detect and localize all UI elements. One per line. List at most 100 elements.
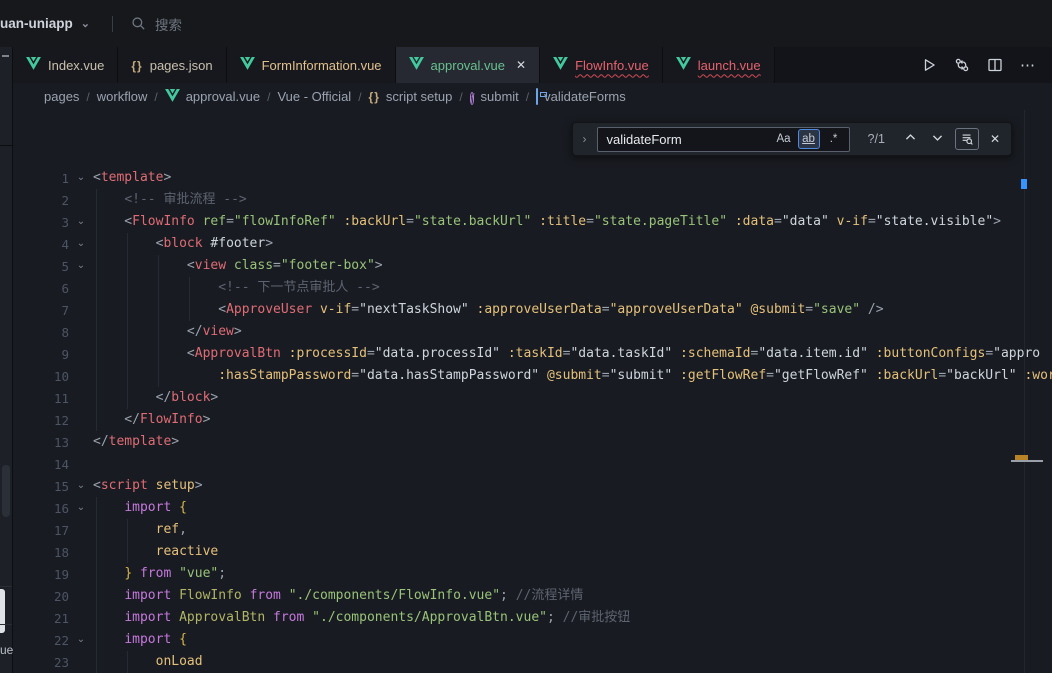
overview-marker-blue [1021, 179, 1027, 189]
code-line: 3⌄ <FlowInfo ref="flowInfoRef" :backUrl=… [13, 211, 1052, 233]
tab-label: approval.vue [431, 58, 505, 73]
line-number: 6 [13, 281, 69, 296]
fold-chevron-icon[interactable]: ⌄ [69, 503, 93, 513]
breadcrumb-item-approval-vue[interactable]: approval.vue [165, 89, 260, 105]
breadcrumb-label: Vue - Official [277, 89, 351, 104]
next-match-button[interactable] [928, 131, 947, 147]
line-number: 1 [13, 171, 69, 186]
breadcrumb-item-script-setup[interactable]: {} script setup [369, 89, 453, 104]
code-text: } from "vue"; [93, 563, 226, 585]
line-number: 3 [13, 215, 69, 230]
breadcrumb-label: script setup [386, 89, 452, 104]
code-line: 15⌄<script setup> [13, 475, 1052, 497]
line-number: 14 [13, 457, 69, 472]
braces-icon: {} [131, 58, 142, 73]
breadcrumb-label: pages [44, 89, 79, 104]
sidebar-filename-fragment: ue [0, 643, 13, 657]
fold-chevron-icon[interactable]: ⌄ [69, 217, 93, 227]
code-text: :hasStampPassword="data.hasStampPassword… [93, 365, 1052, 387]
sidebar-divider [0, 624, 12, 625]
vue-icon [409, 57, 424, 73]
code-line: 1⌄<template> [13, 167, 1052, 189]
code-line: 22⌄ import { [13, 629, 1052, 651]
vue-icon [676, 57, 691, 73]
tab-launch-vue[interactable]: launch.vue [663, 47, 775, 83]
line-number: 10 [13, 369, 69, 384]
breadcrumb-item-validateforms[interactable]: validateForms [536, 89, 626, 104]
workspace-name: uan-uniapp [0, 16, 73, 31]
breadcrumb-item-vue-official[interactable]: Vue - Official [277, 89, 351, 104]
overview-marker-orange [1015, 455, 1028, 460]
close-find-widget-button[interactable]: ✕ [987, 132, 1003, 146]
code-text: </view> [93, 321, 242, 343]
vue-icon [165, 89, 180, 105]
find-in-selection-button[interactable] [955, 128, 979, 150]
fold-chevron-icon[interactable]: ⌄ [69, 173, 93, 183]
find-query: validateForm [607, 132, 770, 147]
tab-index-vue[interactable]: Index.vue [13, 47, 118, 83]
line-number: 11 [13, 391, 69, 406]
regex-button[interactable]: .* [823, 129, 845, 149]
breadcrumb-item-workflow[interactable]: workflow [97, 89, 148, 104]
more-actions-icon[interactable]: ⋯ [1020, 56, 1036, 74]
code-line: 10 :hasStampPassword="data.hasStampPassw… [13, 365, 1052, 387]
global-search[interactable]: 搜索 [131, 14, 182, 34]
code-line: 18 reactive [13, 541, 1052, 563]
workspace-switcher[interactable]: uan-uniapp ⌄ [0, 16, 90, 31]
code-text: </FlowInfo> [93, 409, 210, 431]
line-number: 9 [13, 347, 69, 362]
find-input[interactable]: validateForm Aa ab .* [597, 127, 850, 152]
fold-chevron-icon[interactable]: ⌄ [69, 481, 93, 491]
fold-chevron-icon[interactable]: ⌄ [69, 261, 93, 271]
sidebar-scrollbar[interactable] [2, 465, 10, 517]
explorer-sidebar-sliver: ue [0, 47, 13, 673]
line-number: 21 [13, 611, 69, 626]
tab-approval-vue[interactable]: approval.vue ✕ [396, 47, 541, 83]
code-text: <ApproveUser v-if="nextTaskShow" :approv… [93, 299, 884, 321]
breadcrumb-separator: / [86, 90, 89, 104]
code-line: 7 <ApproveUser v-if="nextTaskShow" :appr… [13, 299, 1052, 321]
editor-actions: ⋯ [905, 47, 1052, 83]
play-icon[interactable] [921, 57, 937, 73]
code-editor[interactable]: 1⌄<template>2 <!-- 审批流程 -->3⌄ <FlowInfo … [13, 110, 1052, 673]
sidebar-divider [0, 145, 12, 146]
tab-forminformation-vue[interactable]: FormInformation.vue [227, 47, 396, 83]
code-text: <block #footer> [93, 233, 273, 255]
code-text: import ApprovalBtn from "./components/Ap… [93, 607, 630, 629]
code-lines: 1⌄<template>2 <!-- 审批流程 -->3⌄ <FlowInfo … [13, 167, 1052, 673]
line-number: 7 [13, 303, 69, 318]
code-text: <script setup> [93, 475, 203, 497]
code-line: 17 ref, [13, 519, 1052, 541]
fold-chevron-icon[interactable]: ⌄ [69, 635, 93, 645]
code-text: import { [93, 497, 187, 519]
breadcrumb-label: submit [480, 89, 518, 104]
toggle-replace-chevron-icon[interactable]: › [581, 132, 589, 146]
previous-match-button[interactable] [901, 131, 920, 147]
close-icon[interactable]: ✕ [516, 58, 526, 72]
line-number: 18 [13, 545, 69, 560]
breadcrumb-item-submit[interactable]: fsubmit [470, 89, 519, 105]
braces-icon: {} [369, 89, 380, 104]
code-line: 8 </view> [13, 321, 1052, 343]
git-compare-icon[interactable] [954, 57, 970, 73]
fold-chevron-icon[interactable]: ⌄ [69, 239, 93, 249]
breadcrumb-label: validateForms [544, 89, 626, 104]
line-number: 22 [13, 633, 69, 648]
breadcrumb-separator: / [154, 90, 157, 104]
code-line: 20 import FlowInfo from "./components/Fl… [13, 585, 1052, 607]
breadcrumb-item-pages[interactable]: pages [44, 89, 79, 104]
whole-word-button[interactable]: ab [798, 129, 820, 149]
code-line: 12 </FlowInfo> [13, 409, 1052, 431]
tab-pages-json[interactable]: {} pages.json [118, 47, 226, 83]
tab-label: pages.json [150, 58, 213, 73]
tab-flowinfo-vue[interactable]: FlowInfo.vue [540, 47, 663, 83]
breadcrumb-separator: / [526, 90, 529, 104]
tab-label: Index.vue [48, 58, 104, 73]
split-editor-icon[interactable] [987, 57, 1003, 73]
line-number: 20 [13, 589, 69, 604]
code-line: 21 import ApprovalBtn from "./components… [13, 607, 1052, 629]
match-case-button[interactable]: Aa [773, 129, 795, 149]
method-icon: f [470, 89, 475, 105]
line-number: 4 [13, 237, 69, 252]
vue-icon [553, 57, 568, 73]
